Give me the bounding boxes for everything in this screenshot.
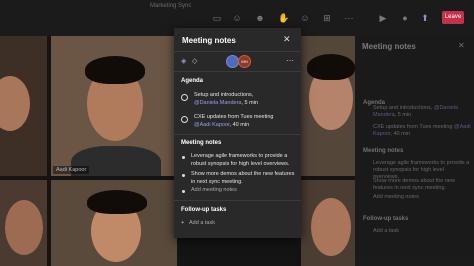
notes-side-panel: Meeting notes ✕ Agenda Setup and introdu… <box>355 36 474 266</box>
camera-icon[interactable]: ▶ <box>378 13 388 23</box>
agenda-heading: Agenda <box>181 78 204 84</box>
bullet <box>182 174 185 177</box>
meeting-notes-heading: Meeting notes <box>181 140 222 146</box>
mention-link[interactable]: @Daniela Mandera <box>194 100 241 106</box>
note-text[interactable]: Show more demos about the new features i… <box>191 171 295 186</box>
people-icon[interactable]: ☺ <box>232 13 242 23</box>
note-text[interactable]: Leverage agile frameworks to provide a r… <box>191 153 295 168</box>
side-panel-close-icon[interactable]: ✕ <box>458 41 465 50</box>
meeting-notes-dialog: Meeting notes ✕ ◈ ◇ MH ··· Agenda Setup … <box>174 28 301 238</box>
tag-icon[interactable]: ◇ <box>192 58 199 65</box>
divider <box>174 51 301 52</box>
avatar[interactable]: MH <box>238 55 251 68</box>
raise-hand-icon[interactable]: ✋ <box>278 13 289 23</box>
side-note-item: Show more demos about the new features i… <box>373 178 455 191</box>
video-tile-bottom-right <box>301 180 355 266</box>
video-tile-bottom-left <box>0 180 47 266</box>
reactions-icon[interactable]: ☻ <box>255 13 265 23</box>
share-icon[interactable]: ⬆ <box>420 13 430 23</box>
side-add-notes[interactable]: Add meeting notes <box>373 194 471 201</box>
divider <box>174 200 301 201</box>
add-task-button[interactable]: + Add a task <box>181 220 215 226</box>
participant-face <box>5 200 43 255</box>
agenda-item-text: CXE updates from Tues meeting @Aadi Kapo… <box>194 114 274 128</box>
bullet <box>182 156 185 159</box>
leave-button[interactable]: Leave <box>442 11 464 24</box>
add-notes-label: Add meeting notes <box>191 187 237 193</box>
plus-icon: + <box>181 220 185 226</box>
participant-name: Aadi Kapoor <box>53 166 90 174</box>
participant-hair <box>87 190 147 214</box>
side-agenda-item: Setup and introductions, @Daniela Mander… <box>373 105 459 118</box>
close-icon[interactable]: ✕ <box>283 34 291 44</box>
side-add-task[interactable]: Add a task <box>373 228 471 235</box>
emoji-icon[interactable]: ☺ <box>300 13 310 23</box>
more-icon[interactable]: ⋯ <box>344 13 354 23</box>
side-meeting-notes-label: Meeting notes <box>363 148 404 154</box>
video-tile-bottom <box>51 180 177 266</box>
side-agenda-item: CXE updates from Tues meeting @Aadi Kapo… <box>373 124 471 137</box>
add-task-label: Add a task <box>189 220 215 226</box>
window-title: Marketing Sync <box>150 3 192 9</box>
side-panel-title: Meeting notes <box>362 42 416 51</box>
mention-link[interactable]: @Aadi Kapoor <box>194 122 230 128</box>
chat-icon[interactable]: ▭ <box>212 13 222 23</box>
follow-up-heading: Follow-up tasks <box>181 207 227 213</box>
participant-hair <box>307 54 355 80</box>
apps-icon[interactable]: ⊞ <box>322 13 332 23</box>
participant-face <box>311 198 351 256</box>
agenda-item-text: Setup and introductions, @Daniela Mander… <box>194 92 258 106</box>
dialog-title: Meeting notes <box>182 36 236 45</box>
video-tile-right <box>301 36 355 176</box>
radio-button[interactable] <box>181 116 188 123</box>
video-tile-aadi: Aadi Kapoor <box>51 36 177 176</box>
divider <box>174 134 301 135</box>
side-follow-up-label: Follow-up tasks <box>363 216 409 222</box>
divider <box>174 71 301 72</box>
participant-face <box>0 76 30 131</box>
more-options-icon[interactable]: ··· <box>286 56 294 65</box>
video-tile-left <box>0 36 47 176</box>
loop-icon[interactable]: ◈ <box>181 58 188 65</box>
radio-button[interactable] <box>181 94 188 101</box>
bullet <box>182 190 185 193</box>
mic-icon[interactable]: ● <box>400 13 410 23</box>
participant-hair <box>85 56 145 84</box>
